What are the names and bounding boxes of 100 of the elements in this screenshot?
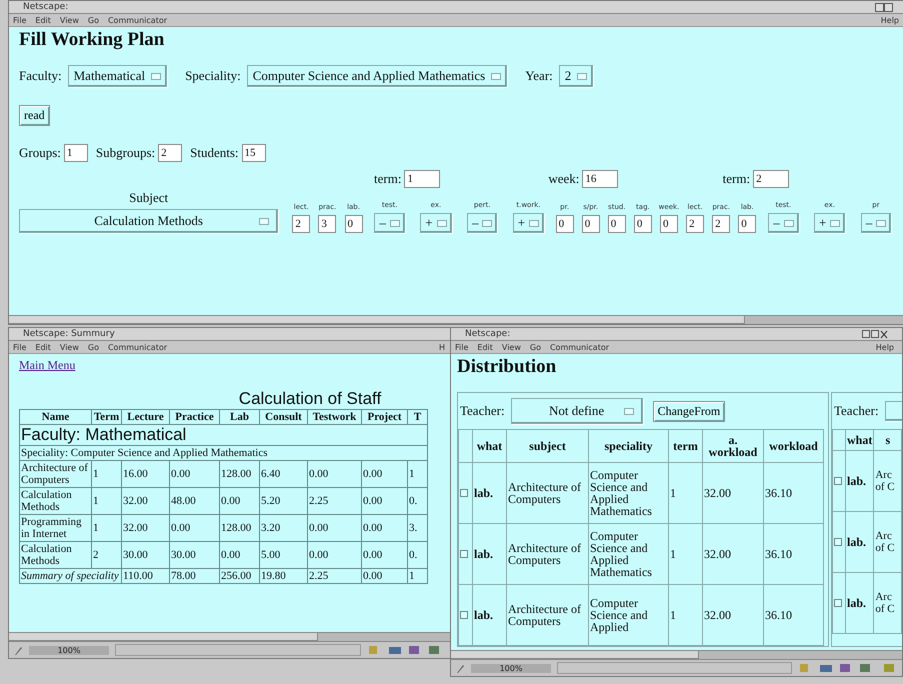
checkbox[interactable] [460, 489, 468, 497]
window-buttons-icon[interactable] [862, 330, 888, 338]
checkbox[interactable] [834, 477, 842, 485]
input-field[interactable]: 2 [712, 215, 730, 233]
dropdown[interactable]: Calculation Methods [19, 209, 278, 233]
table-cell: 3. [408, 514, 428, 542]
dropdown-icon [436, 220, 447, 226]
table-cell: lab. [472, 584, 506, 646]
menu-item[interactable]: Help [880, 16, 899, 24]
window-buttons-icon[interactable] [875, 2, 893, 12]
menu-item[interactable]: Communicator [108, 342, 168, 352]
dropdown[interactable]: Computer Science and Applied Mathematics [246, 65, 508, 87]
menu-item[interactable]: File [455, 342, 468, 352]
checkbox[interactable] [460, 550, 468, 558]
menu-item[interactable]: View [60, 16, 79, 24]
dropdown[interactable]: – [374, 213, 405, 233]
table-cell: 1 [92, 514, 122, 542]
input-field[interactable]: 2 [292, 215, 310, 233]
column-header: Project [362, 410, 408, 424]
main-menu-link[interactable]: Main Menu [19, 358, 76, 373]
checkbox[interactable] [460, 611, 468, 619]
menu-item[interactable]: Help [876, 342, 894, 352]
input-field[interactable]: 0 [660, 215, 678, 233]
column-header: term [668, 430, 702, 462]
dropdown-icon [830, 220, 840, 226]
dropdown-icon [784, 220, 794, 226]
dropdown[interactable]: Not define [510, 398, 643, 424]
dropdown-icon [390, 220, 400, 226]
scrollbar[interactable] [9, 315, 903, 324]
checkbox[interactable] [834, 599, 842, 607]
input-field[interactable]: 15 [242, 144, 266, 162]
table-cell: 2.25 [308, 488, 362, 514]
page-heading: Distribution [457, 356, 558, 378]
menu-item[interactable]: File [13, 342, 26, 352]
input-field[interactable]: 0 [634, 215, 652, 233]
input-field[interactable]: 0 [344, 215, 363, 233]
dropdown[interactable]: 2 [558, 65, 594, 87]
input-field[interactable]: 0 [738, 215, 756, 233]
read-button[interactable]: read [19, 105, 50, 126]
dropdown[interactable]: + [814, 213, 846, 233]
table-cell: 48.00 [170, 488, 220, 514]
scrollbar[interactable] [451, 650, 902, 659]
input-field[interactable]: 1 [64, 144, 88, 162]
dropdown[interactable]: – [466, 213, 498, 233]
scrollbar[interactable] [9, 632, 451, 641]
input-field[interactable]: 16 [582, 170, 618, 188]
menu-item[interactable]: Communicator [550, 342, 610, 352]
field-label: Students: [190, 145, 239, 161]
menu-item[interactable]: Edit [35, 342, 51, 352]
table-cell: 19.80 [260, 568, 308, 584]
menu-item[interactable]: Edit [35, 16, 51, 24]
field-label: week: [548, 171, 580, 187]
menu-item[interactable]: Go [530, 342, 541, 352]
dropdown[interactable]: Mathematical [68, 65, 168, 87]
menu-item[interactable]: H [438, 342, 445, 352]
table-cell: 0.00 [170, 514, 220, 542]
dropdown[interactable] [884, 401, 902, 421]
column-header: workload [764, 430, 824, 462]
checkbox[interactable] [834, 538, 842, 546]
dropdown[interactable]: + [420, 213, 452, 233]
input-field[interactable]: 0 [608, 215, 626, 233]
input-field[interactable]: 2 [158, 144, 182, 162]
input-field[interactable]: 0 [556, 215, 574, 233]
input-field[interactable]: 2 [686, 215, 704, 233]
page-heading: Fill Working Plan [19, 29, 166, 51]
menu-item[interactable]: Go [88, 16, 99, 24]
column-header: Practice [170, 410, 220, 424]
table-cell: 0.00 [308, 514, 362, 542]
menu-item[interactable]: View [60, 342, 79, 352]
input-field[interactable]: 1 [404, 170, 440, 188]
field-label: term: [722, 171, 750, 187]
menu-item[interactable]: Communicator [108, 16, 168, 24]
dropdown[interactable]: + [512, 213, 544, 233]
menu-item[interactable]: File [13, 16, 26, 24]
column-header: T [408, 410, 428, 424]
dropdown-icon [151, 72, 162, 80]
input-field[interactable]: 2 [753, 170, 790, 188]
table-cell: Speciality: Computer Science and Applied Mathematics [20, 446, 428, 460]
table-cell: Summary of speciality [20, 568, 122, 584]
menu-item[interactable]: Go [88, 342, 99, 352]
input-field[interactable]: 0 [582, 215, 600, 233]
dropdown-icon [529, 220, 540, 226]
window-title: Netscape: [465, 329, 512, 339]
table-cell: 3.20 [260, 514, 308, 542]
input-field[interactable]: 3 [318, 215, 336, 233]
dropdown[interactable]: – [768, 213, 799, 233]
dropdown[interactable]: – [860, 213, 892, 233]
column-header: what [846, 430, 874, 450]
table-cell: 1 [668, 584, 702, 646]
column-header: Testwork [308, 410, 362, 424]
dropdown-icon [624, 408, 634, 415]
table-cell: Calculation Methods [20, 542, 92, 568]
column-header: Name [20, 410, 92, 424]
table-cell: Programming in Internet [20, 514, 92, 542]
window-title: Netscape: Summury [23, 329, 116, 339]
table-cell: Architecture of Computers [20, 460, 92, 488]
menu-item[interactable]: View [502, 342, 521, 352]
menu-item[interactable]: Edit [477, 342, 493, 352]
table-cell: 0.00 [308, 542, 362, 568]
change-from-button[interactable]: ChangeFrom [652, 400, 726, 422]
